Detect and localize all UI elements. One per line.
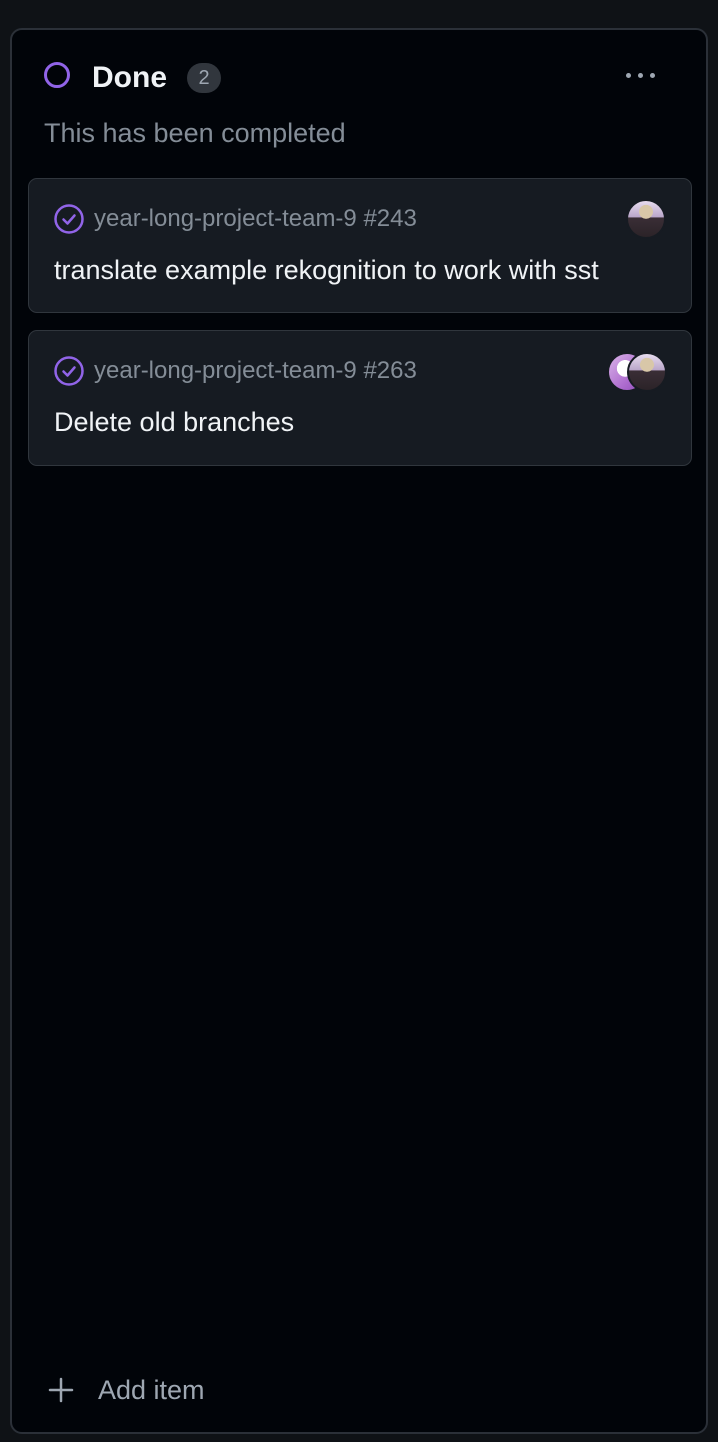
status-circle-icon <box>44 62 70 88</box>
issue-closed-check-icon <box>54 356 84 386</box>
issue-repo-reference[interactable]: year-long-project-team-9 #263 <box>94 355 417 387</box>
kebab-horizontal-icon <box>625 72 631 78</box>
column-title: Done <box>92 61 167 94</box>
issue-card[interactable]: year-long-project-team-9 #263 Delete old… <box>28 330 692 466</box>
add-item-button[interactable]: Add item <box>46 1370 205 1410</box>
board-column-done: Done 2 This has been completed year-long… <box>10 28 708 1434</box>
column-description: This has been completed <box>44 118 346 148</box>
column-header: Done 2 This has been completed <box>12 30 706 170</box>
issue-card[interactable]: year-long-project-team-9 #243 translate … <box>28 178 692 313</box>
assignee-avatar[interactable] <box>626 199 666 239</box>
issue-title[interactable]: translate example rekognition to work wi… <box>54 253 599 287</box>
issue-repo-reference[interactable]: year-long-project-team-9 #243 <box>94 203 417 235</box>
issue-closed-check-icon <box>54 204 84 234</box>
issue-title[interactable]: Delete old branches <box>54 405 294 439</box>
plus-icon <box>48 1377 74 1403</box>
item-count-badge: 2 <box>187 63 221 93</box>
add-item-label: Add item <box>98 1375 205 1405</box>
column-options-button[interactable] <box>614 60 666 90</box>
assignee-avatar[interactable] <box>627 352 667 392</box>
